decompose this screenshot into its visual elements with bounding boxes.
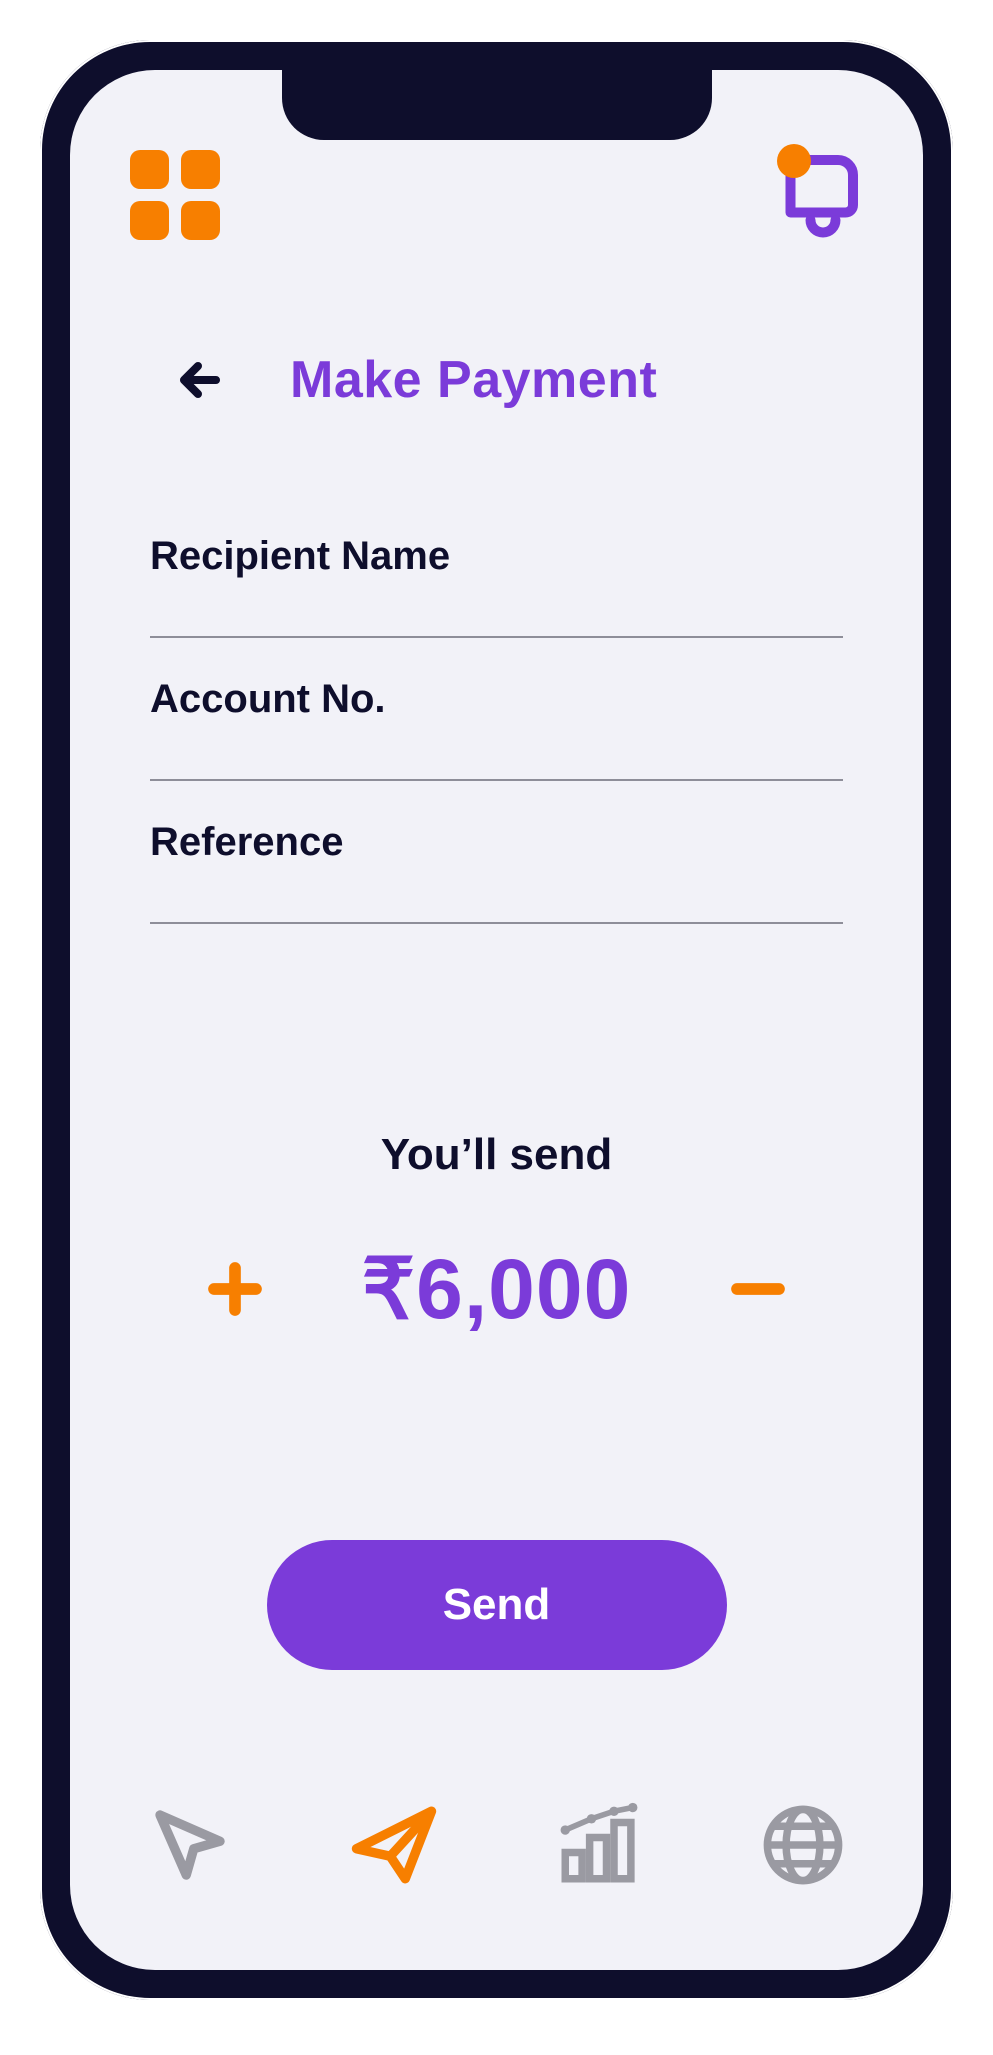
- notification-badge: [777, 144, 811, 178]
- recipient-name-input[interactable]: [150, 636, 843, 638]
- grid-menu-icon: [181, 150, 220, 189]
- account-no-label: Account No.: [150, 663, 843, 778]
- back-button[interactable]: [170, 350, 230, 410]
- grid-menu-icon: [130, 201, 169, 240]
- payment-form: Recipient Name Account No. Reference: [150, 520, 843, 949]
- notifications-button[interactable]: [783, 150, 863, 240]
- bar-chart-icon: [554, 1800, 644, 1890]
- grid-menu-icon: [181, 201, 220, 240]
- arrow-left-icon: [176, 356, 224, 404]
- amount-label: You’ll send: [130, 1130, 863, 1180]
- amount-section: You’ll send ₹6,000: [130, 1130, 863, 1338]
- send-button[interactable]: Send: [267, 1540, 727, 1670]
- notch: [282, 70, 712, 140]
- globe-icon: [758, 1800, 848, 1890]
- phone-frame: Make Payment Recipient Name Account No. …: [40, 40, 953, 2000]
- decrease-amount-button[interactable]: [723, 1254, 793, 1324]
- title-row: Make Payment: [170, 350, 823, 410]
- screen: Make Payment Recipient Name Account No. …: [70, 70, 923, 1970]
- account-no-field-group: Account No.: [150, 663, 843, 796]
- reference-label: Reference: [150, 806, 843, 921]
- reference-field-group: Reference: [150, 806, 843, 939]
- recipient-name-label: Recipient Name: [150, 520, 843, 635]
- reference-input[interactable]: [150, 922, 843, 924]
- nav-explore[interactable]: [753, 1795, 853, 1895]
- amount-stepper: ₹6,000: [130, 1240, 863, 1338]
- nav-analytics[interactable]: [549, 1795, 649, 1895]
- nav-home[interactable]: [140, 1795, 240, 1895]
- increase-amount-button[interactable]: [200, 1254, 270, 1324]
- grid-menu-icon: [130, 150, 169, 189]
- menu-button[interactable]: [130, 150, 220, 240]
- amount-value: ₹6,000: [362, 1240, 632, 1338]
- top-bar: [130, 140, 863, 250]
- paper-plane-icon: [349, 1800, 439, 1890]
- page-title: Make Payment: [290, 350, 657, 410]
- minus-icon: [730, 1261, 786, 1317]
- account-no-input[interactable]: [150, 779, 843, 781]
- cursor-icon: [145, 1800, 235, 1890]
- plus-icon: [207, 1261, 263, 1317]
- bottom-nav: [140, 1790, 853, 1900]
- nav-send[interactable]: [344, 1795, 444, 1895]
- recipient-name-field-group: Recipient Name: [150, 520, 843, 653]
